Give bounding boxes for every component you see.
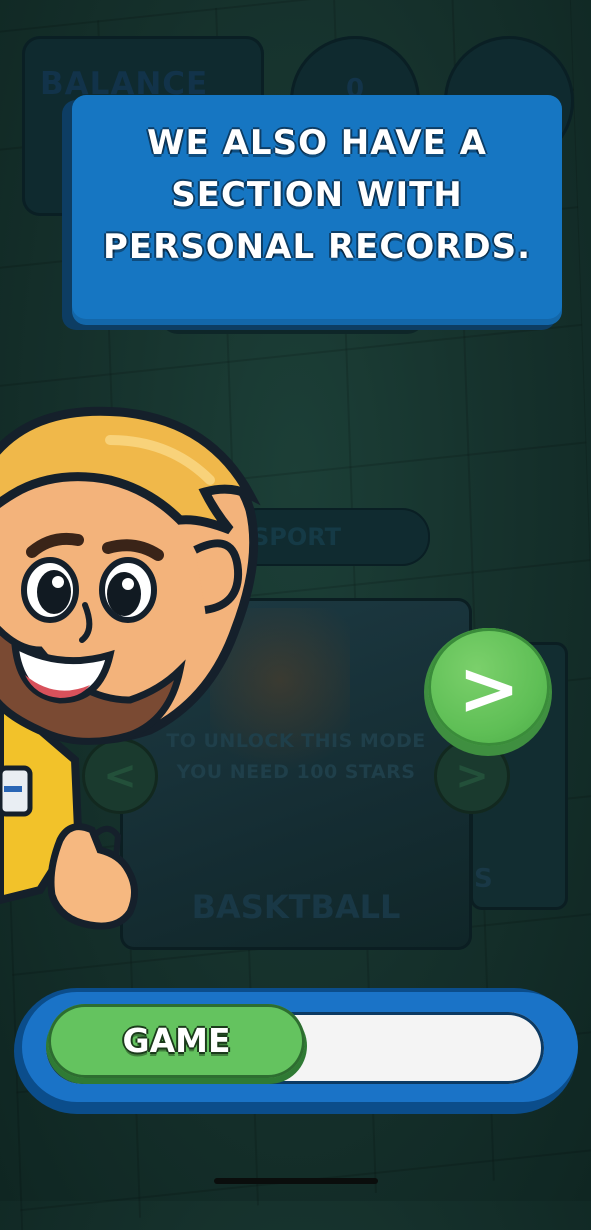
next-mode-card-label: S	[474, 864, 493, 894]
game-label: GAME	[122, 1021, 231, 1060]
game-button[interactable]: GAME	[48, 1004, 305, 1078]
next-button[interactable]: >	[424, 628, 552, 756]
mascot-illustration	[0, 406, 261, 930]
tooltip-message: WE ALSO HAVE A SECTION WITH PERSONAL REC…	[102, 123, 532, 267]
tutorial-tooltip: WE ALSO HAVE A SECTION WITH PERSONAL REC…	[72, 95, 562, 325]
chevron-right-icon: >	[455, 753, 489, 799]
chevron-right-icon: >	[457, 646, 520, 732]
next-button-face: >	[428, 628, 550, 746]
home-indicator	[214, 1178, 378, 1184]
